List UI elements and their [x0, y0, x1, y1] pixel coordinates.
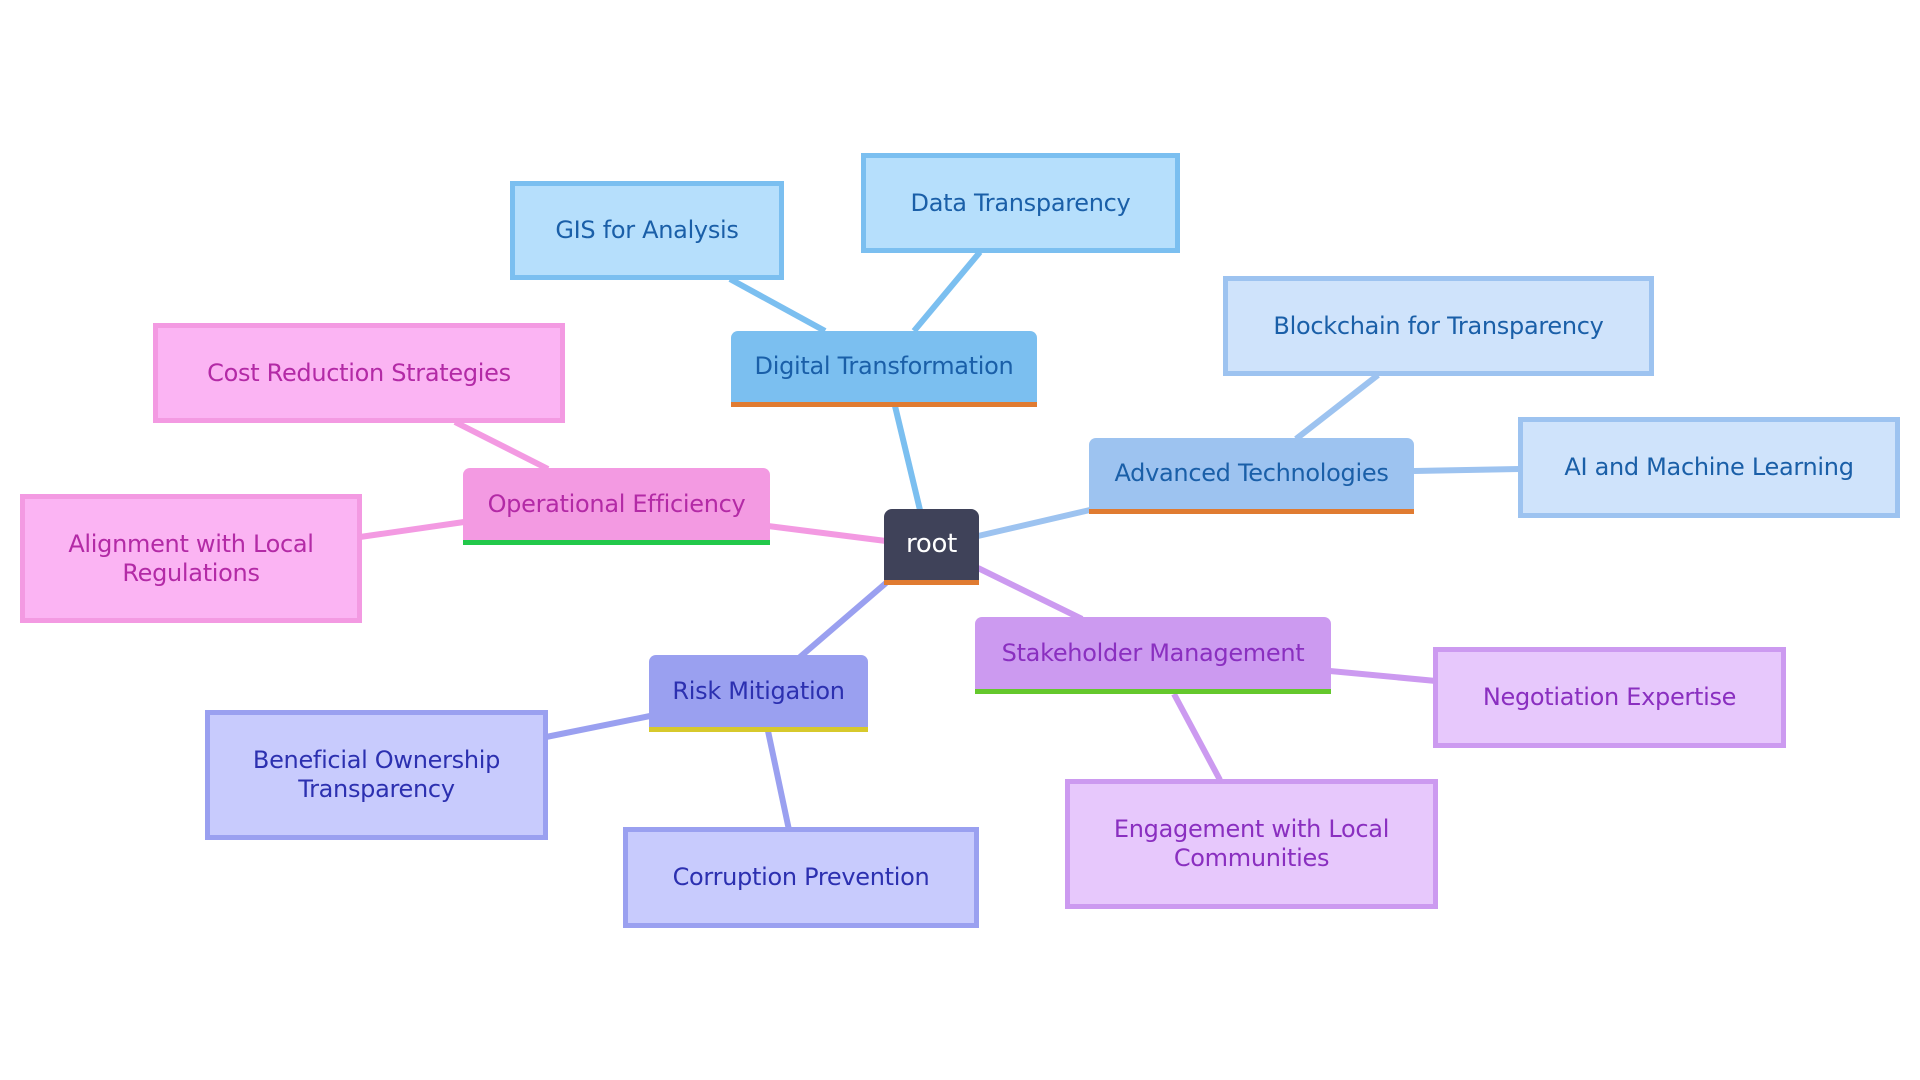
- edge-adv-blockchain: [1294, 372, 1380, 442]
- leaf-label: Engagement with Local Communities: [1113, 815, 1390, 872]
- branch-label: Operational Efficiency: [487, 489, 746, 518]
- branch-risk-mitigation[interactable]: Risk Mitigation: [649, 655, 868, 732]
- branch-label: Stakeholder Management: [1001, 638, 1305, 667]
- leaf-gis-for-analysis[interactable]: GIS for Analysis: [510, 181, 784, 280]
- leaf-ai-and-machine-learning[interactable]: AI and Machine Learning: [1518, 417, 1900, 518]
- leaf-cost-reduction-strategies[interactable]: Cost Reduction Strategies: [153, 323, 565, 423]
- edge-stake-negotiation: [1329, 668, 1437, 684]
- edge-root-digital: [892, 405, 923, 511]
- branch-label: Risk Mitigation: [672, 676, 845, 705]
- edge-root-risk: [798, 580, 888, 660]
- edge-digital-gis: [728, 276, 827, 334]
- branch-label: Digital Transformation: [754, 352, 1014, 380]
- leaf-negotiation-expertise[interactable]: Negotiation Expertise: [1433, 647, 1786, 748]
- edge-ops-align: [359, 519, 465, 540]
- leaf-label: Beneficial Ownership Transparency: [252, 746, 501, 803]
- leaf-label: Blockchain for Transparency: [1273, 311, 1604, 340]
- root-node[interactable]: root: [884, 509, 979, 585]
- edge-ops-cost: [453, 419, 550, 472]
- leaf-engagement-with-local-communities[interactable]: Engagement with Local Communities: [1065, 779, 1438, 909]
- leaf-label: GIS for Analysis: [555, 216, 739, 244]
- leaf-blockchain-for-transparency[interactable]: Blockchain for Transparency: [1223, 276, 1654, 376]
- leaf-label: Cost Reduction Strategies: [207, 358, 511, 387]
- root-label: root: [906, 529, 957, 559]
- leaf-label: Alignment with Local Regulations: [68, 529, 314, 587]
- leaf-label: Data Transparency: [910, 188, 1131, 217]
- leaf-beneficial-ownership-transparency[interactable]: Beneficial Ownership Transparency: [205, 710, 548, 840]
- edge-adv-ai: [1413, 466, 1520, 474]
- edge-risk-beneficial: [545, 713, 651, 740]
- edge-root-adv: [977, 507, 1091, 539]
- leaf-data-transparency[interactable]: Data Transparency: [861, 153, 1180, 253]
- edge-stake-engagement: [1171, 692, 1223, 782]
- branch-digital-transformation[interactable]: Digital Transformation: [731, 331, 1037, 407]
- edge-risk-corruption: [765, 730, 792, 831]
- leaf-alignment-with-local-regulations[interactable]: Alignment with Local Regulations: [20, 494, 362, 623]
- leaf-label: Negotiation Expertise: [1482, 683, 1737, 711]
- branch-stakeholder-management[interactable]: Stakeholder Management: [975, 617, 1331, 694]
- branch-label: Advanced Technologies: [1114, 459, 1389, 487]
- branch-advanced-technologies[interactable]: Advanced Technologies: [1089, 438, 1414, 514]
- branch-operational-efficiency[interactable]: Operational Efficiency: [463, 468, 770, 545]
- leaf-label: AI and Machine Learning: [1564, 453, 1854, 481]
- edge-digital-data: [911, 250, 983, 333]
- edge-root-ops: [767, 523, 887, 544]
- edge-root-stake: [976, 565, 1084, 622]
- leaf-label: Corruption Prevention: [672, 863, 930, 891]
- leaf-corruption-prevention[interactable]: Corruption Prevention: [623, 827, 979, 928]
